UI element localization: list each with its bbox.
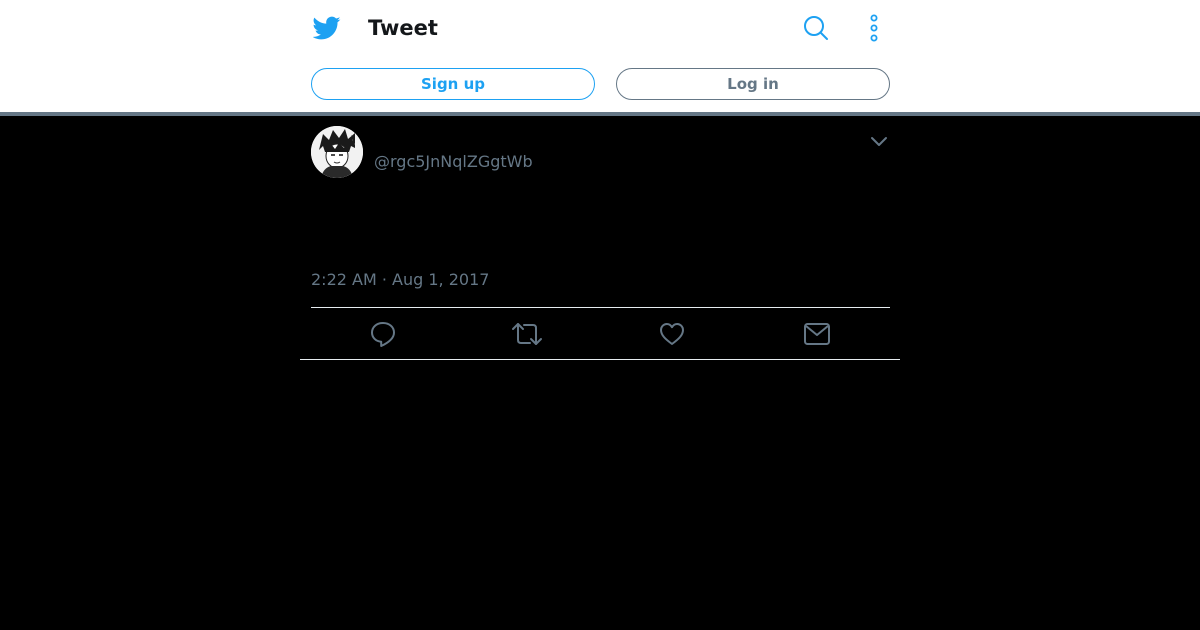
- direct-message-icon: [804, 323, 830, 345]
- more-vertical-icon: [870, 14, 878, 42]
- log-in-button[interactable]: Log in: [616, 68, 890, 100]
- more-options-button[interactable]: [858, 12, 890, 44]
- avatar-image: [311, 126, 363, 178]
- divider: [311, 307, 890, 308]
- like-icon: [660, 323, 684, 345]
- retweet-button[interactable]: [511, 318, 543, 350]
- chevron-down-icon: [871, 137, 887, 146]
- divider: [300, 359, 900, 360]
- top-bar: Tweet Sign up Log in: [0, 0, 1200, 116]
- tweet-options-button[interactable]: [866, 128, 892, 154]
- twitter-bird-icon[interactable]: [313, 14, 341, 42]
- like-button[interactable]: [656, 318, 688, 350]
- reply-icon: [371, 322, 395, 347]
- sign-up-button[interactable]: Sign up: [311, 68, 595, 100]
- avatar[interactable]: [311, 126, 363, 178]
- search-icon: [804, 16, 828, 40]
- tweet-timestamp[interactable]: 2:22 AM · Aug 1, 2017: [311, 270, 489, 290]
- user-handle[interactable]: @rgc5JnNqlZGgtWb: [374, 152, 533, 172]
- retweet-icon: [512, 323, 542, 345]
- reply-button[interactable]: [367, 318, 399, 350]
- page-title: Tweet: [368, 16, 438, 40]
- direct-message-button[interactable]: [801, 318, 833, 350]
- search-button[interactable]: [800, 12, 832, 44]
